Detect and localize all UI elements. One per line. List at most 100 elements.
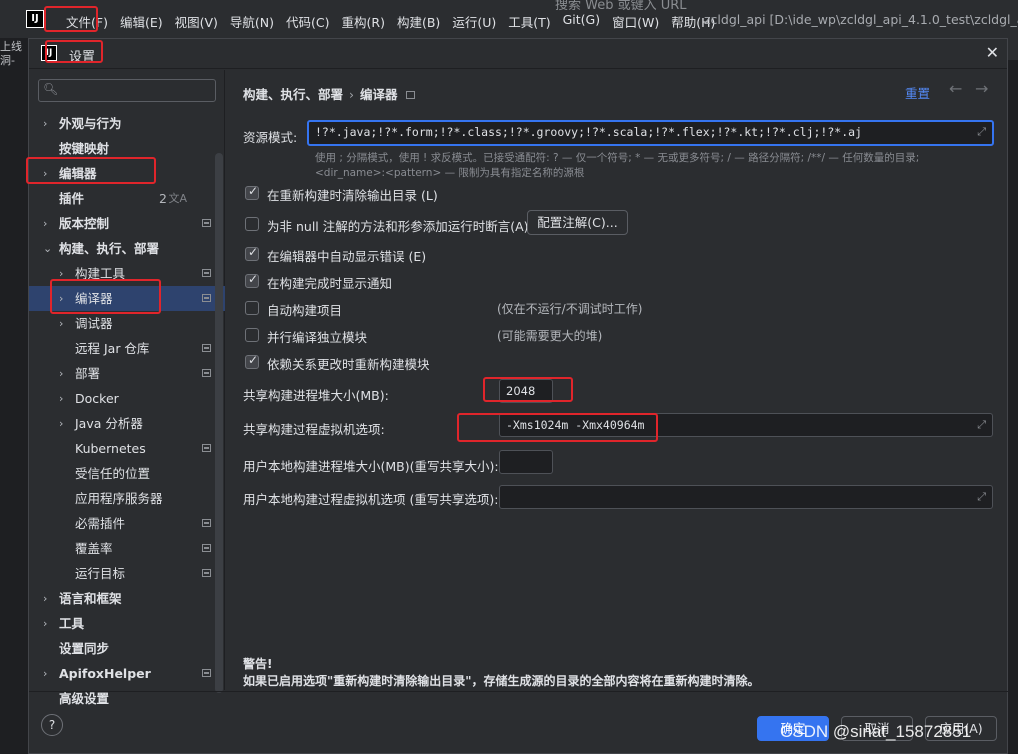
chevron-right-icon[interactable]: ›: [59, 361, 63, 386]
warning-text: 如果已启用选项"重新构建时清除输出目录"，存储生成源的目录的全部内容将在重新构建…: [243, 674, 760, 688]
heap-size-input[interactable]: 2048: [499, 379, 553, 403]
sidebar-item[interactable]: 应用程序服务器: [29, 486, 225, 511]
project-level-icon: [202, 294, 211, 302]
sidebar-item[interactable]: › 编译器: [29, 286, 225, 311]
chevron-down-icon[interactable]: ⌄: [43, 236, 52, 261]
sidebar-item-label: 插件: [59, 191, 85, 206]
sidebar-item[interactable]: 必需插件: [29, 511, 225, 536]
expand-icon[interactable]: ⤢: [977, 414, 986, 436]
menu-item[interactable]: 编辑(E): [114, 12, 169, 31]
plugin-count-badge: 2: [159, 191, 167, 206]
background-text: 洞-: [0, 54, 15, 67]
chevron-right-icon[interactable]: ›: [59, 311, 63, 336]
menu-item[interactable]: 代码(C): [280, 12, 335, 31]
sidebar-item-label: 必需插件: [75, 516, 126, 531]
menu-item[interactable]: 运行(U): [446, 12, 502, 31]
menu-item[interactable]: Git(G): [557, 12, 607, 31]
sidebar-item[interactable]: 覆盖率: [29, 536, 225, 561]
checkbox-checked[interactable]: [245, 184, 259, 200]
menu-item[interactable]: 构建(B): [391, 12, 446, 31]
chevron-right-icon[interactable]: ›: [43, 111, 47, 136]
sidebar-item-label: 语言和框架: [59, 591, 122, 606]
user-heap-size-label: 用户本地构建进程堆大小(MB)(重写共享大小):: [243, 459, 499, 474]
sidebar-item[interactable]: › 外观与行为: [29, 111, 225, 136]
checkbox-unchecked[interactable]: [245, 217, 259, 231]
resource-pattern-hint-2: <dir_name>:<pattern> — 限制为具有指定名称的源根: [315, 167, 585, 179]
user-vm-options-input[interactable]: ⤢: [499, 485, 993, 509]
breadcrumb: 构建、执行、部署 › 编译器: [243, 84, 415, 103]
forward-arrow-icon[interactable]: →: [975, 79, 988, 98]
sidebar-item[interactable]: 远程 Jar 仓库: [29, 336, 225, 361]
warning-title: 警告!: [243, 657, 273, 671]
sidebar-item[interactable]: › 构建工具: [29, 261, 225, 286]
sidebar-item[interactable]: 插件 2 文A: [29, 186, 225, 211]
intellij-logo-icon: IJ: [41, 45, 57, 61]
sidebar-item[interactable]: 设置同步: [29, 636, 225, 661]
menu-item[interactable]: 文件(F): [60, 12, 114, 31]
heap-size-label: 共享构建进程堆大小(MB):: [243, 388, 389, 403]
menu-item[interactable]: 窗口(W): [606, 12, 665, 31]
breadcrumb-parent[interactable]: 构建、执行、部署: [243, 87, 343, 102]
sidebar-scrollbar[interactable]: [215, 153, 223, 693]
reset-link[interactable]: 重置: [905, 83, 930, 102]
back-arrow-icon[interactable]: ←: [949, 79, 962, 98]
resource-pattern-input[interactable]: !?*.java;!?*.form;!?*.class;!?*.groovy;!…: [307, 120, 994, 146]
sidebar-item[interactable]: › 版本控制: [29, 211, 225, 236]
sidebar-item-label: 部署: [75, 366, 101, 381]
settings-sidebar: 🔍︎ › 外观与行为 按键映射 › 编辑器 插件 2 文A › 版本控制 ⌄ 构建、执行、部署 › 构建工…: [29, 70, 225, 706]
settings-search-input[interactable]: 🔍︎: [38, 79, 216, 102]
sidebar-item[interactable]: › 工具: [29, 611, 225, 636]
search-icon: 🔍︎: [43, 82, 59, 96]
expand-icon[interactable]: ⤢: [977, 486, 986, 508]
sidebar-item[interactable]: › Java 分析器: [29, 411, 225, 436]
chevron-right-icon[interactable]: ›: [43, 211, 47, 236]
resource-pattern-value: !?*.java;!?*.form;!?*.class;!?*.groovy;!…: [315, 125, 862, 139]
user-heap-size-input[interactable]: [499, 450, 553, 474]
checkbox-unchecked[interactable]: [245, 301, 259, 315]
intellij-logo-icon: IJ: [26, 10, 44, 28]
sidebar-item[interactable]: › 调试器: [29, 311, 225, 336]
menu-item[interactable]: 导航(N): [224, 12, 280, 31]
sidebar-item-label: Kubernetes: [75, 441, 146, 456]
sidebar-item[interactable]: ⌄ 构建、执行、部署: [29, 236, 225, 261]
chevron-right-icon[interactable]: ›: [59, 286, 63, 311]
sidebar-item[interactable]: › 语言和框架: [29, 586, 225, 611]
checkbox-checked[interactable]: [245, 353, 259, 369]
chevron-right-icon[interactable]: ›: [59, 386, 63, 411]
sidebar-item[interactable]: 按键映射: [29, 136, 225, 161]
chevron-right-icon[interactable]: ›: [43, 611, 47, 636]
menu-item[interactable]: 工具(T): [502, 12, 556, 31]
chevron-right-icon[interactable]: ›: [59, 411, 63, 436]
checkbox-checked[interactable]: [245, 272, 259, 288]
checkbox-checked[interactable]: [245, 245, 259, 261]
translate-icon: 文A: [168, 192, 187, 205]
help-button[interactable]: ?: [41, 714, 63, 736]
menu-item[interactable]: 重构(R): [336, 12, 391, 31]
chevron-right-icon[interactable]: ›: [59, 261, 63, 286]
sidebar-item-label: 版本控制: [59, 216, 110, 231]
sidebar-item-label: 运行目标: [75, 566, 126, 581]
chevron-right-icon[interactable]: ›: [43, 586, 47, 611]
sidebar-item-label: Java 分析器: [75, 416, 143, 431]
sidebar-item[interactable]: 运行目标: [29, 561, 225, 586]
chevron-right-icon[interactable]: ›: [43, 161, 47, 186]
checkbox-unchecked[interactable]: [245, 328, 259, 342]
sidebar-item-label: 构建工具: [75, 266, 126, 281]
sidebar-item[interactable]: 受信任的位置: [29, 461, 225, 486]
sidebar-item[interactable]: › 部署: [29, 361, 225, 386]
sidebar-item[interactable]: › ApifoxHelper: [29, 661, 225, 686]
sidebar-item[interactable]: › 编辑器: [29, 161, 225, 186]
sidebar-item-label: 外观与行为: [59, 116, 122, 131]
sidebar-item[interactable]: › Docker: [29, 386, 225, 411]
project-level-icon: [202, 569, 211, 577]
configure-annotations-button[interactable]: 配置注解(C)...: [527, 210, 628, 235]
sidebar-item-label: 受信任的位置: [75, 466, 151, 481]
vm-options-input[interactable]: -Xms1024m -Xmx40964m ⤢: [499, 413, 993, 437]
sidebar-item[interactable]: Kubernetes: [29, 436, 225, 461]
menu-item[interactable]: 视图(V): [169, 12, 224, 31]
sidebar-item-label: 覆盖率: [75, 541, 113, 556]
close-icon[interactable]: ✕: [986, 43, 999, 62]
chevron-right-icon[interactable]: ›: [43, 661, 47, 686]
expand-icon[interactable]: ⤢: [977, 122, 986, 142]
vm-options-label: 共享构建过程虚拟机选项:: [243, 422, 385, 437]
